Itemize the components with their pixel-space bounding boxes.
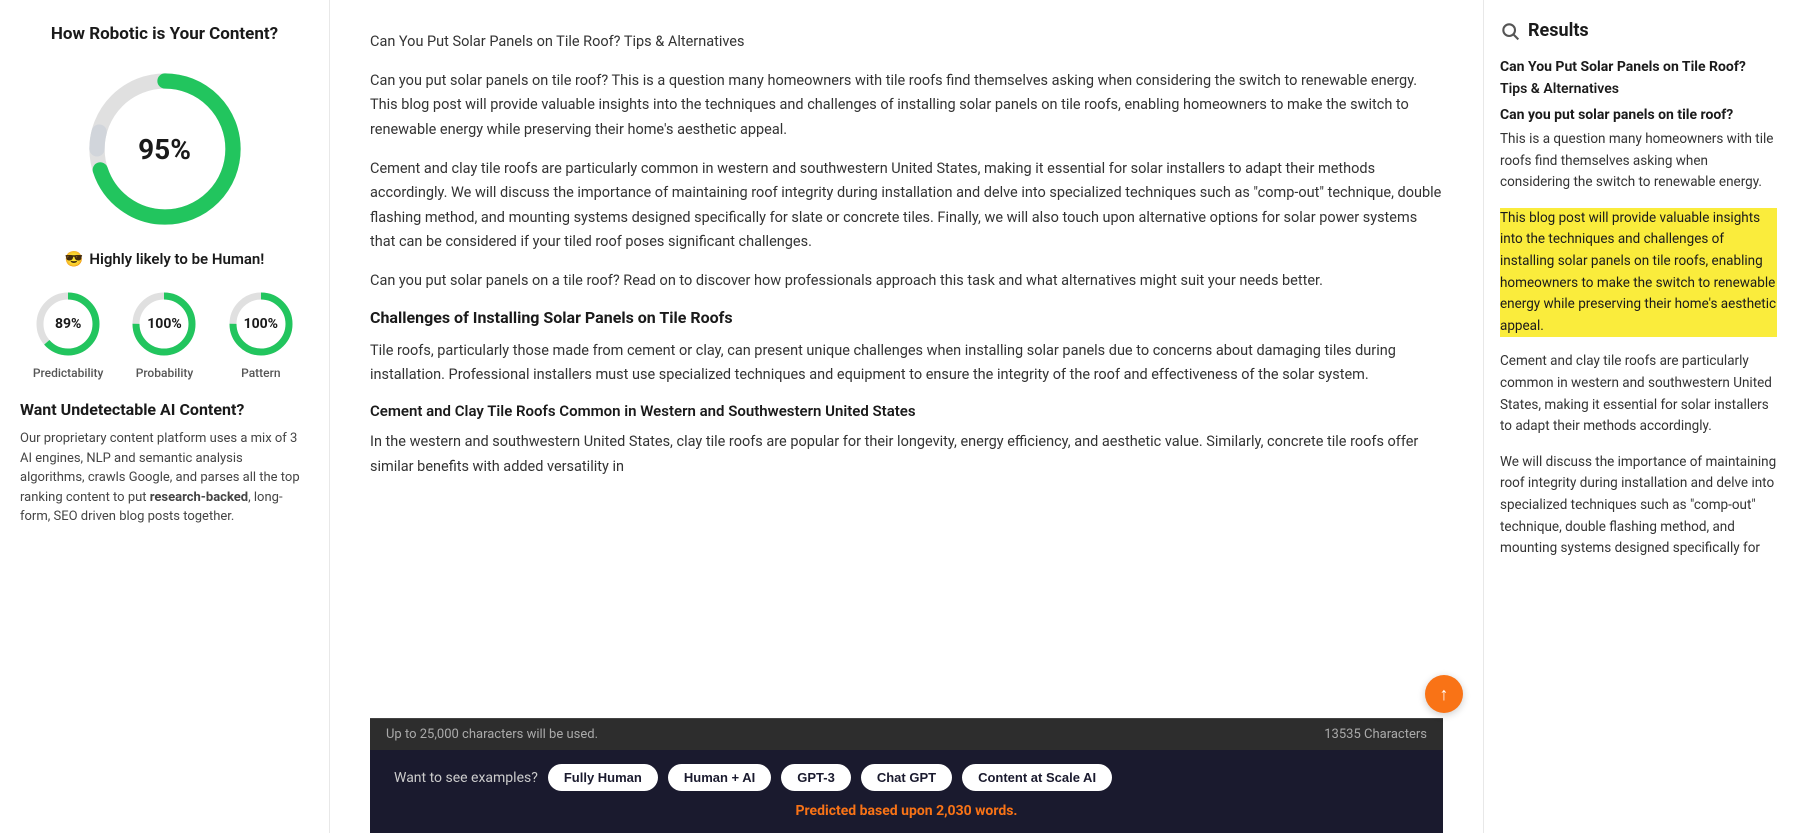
pill-content-at-scale[interactable]: Content at Scale AI	[962, 764, 1112, 791]
cta-bold: research-backed	[150, 490, 248, 505]
main-donut-chart: 95%	[20, 64, 309, 234]
results-title: Results	[1528, 20, 1589, 41]
pattern-label: Pattern	[241, 366, 280, 380]
predictability-donut: 89%	[32, 288, 104, 360]
pill-gpt3[interactable]: GPT-3	[781, 764, 851, 791]
pill-chat-gpt[interactable]: Chat GPT	[861, 764, 952, 791]
article-title: Can You Put Solar Panels on Tile Roof? T…	[370, 33, 744, 50]
result-highlight: This blog post will provide valuable ins…	[1500, 208, 1777, 338]
char-count-text: 13535 Characters	[1324, 727, 1427, 742]
probability-text: 100%	[147, 316, 181, 332]
left-panel-title: How Robotic is Your Content?	[20, 24, 309, 44]
probability-donut: 100%	[128, 288, 200, 360]
human-emoji: 😎	[65, 250, 84, 268]
scroll-up-button[interactable]: ↑	[1425, 675, 1463, 713]
word-count-highlight: 2,030 words.	[936, 803, 1017, 819]
result-heading-2: Tips & Alternatives	[1500, 81, 1777, 97]
probability-circle-item: 100% Probability	[128, 288, 200, 380]
pattern-circle-item: 100% Pattern	[225, 288, 297, 380]
search-icon	[1500, 21, 1520, 41]
pattern-text: 100%	[244, 316, 278, 332]
result-text-1: This is a question many homeowners with …	[1500, 129, 1777, 194]
pill-human-ai[interactable]: Human + AI	[668, 764, 771, 791]
section1-sub: Cement and Clay Tile Roofs Common in Wes…	[370, 402, 1443, 420]
left-panel: How Robotic is Your Content? 95% 😎 Highl…	[0, 0, 330, 833]
pattern-donut: 100%	[225, 288, 297, 360]
result-text-3: We will discuss the importance of mainta…	[1500, 452, 1777, 560]
article-para-1: Can you put solar panels on tile roof? T…	[370, 69, 1443, 143]
char-bar: Up to 25,000 characters will be used. 13…	[370, 718, 1443, 750]
section1-para2: In the western and southwestern United S…	[370, 430, 1443, 479]
article-title-line: Can You Put Solar Panels on Tile Roof? T…	[370, 30, 1443, 55]
human-label: 😎 Highly likely to be Human!	[20, 250, 309, 268]
content-area: Can You Put Solar Panels on Tile Roof? T…	[370, 30, 1443, 718]
predictability-circle-item: 89% Predictability	[32, 288, 104, 380]
probability-label: Probability	[136, 366, 194, 380]
article-para-2: Cement and clay tile roofs are particula…	[370, 157, 1443, 256]
examples-row: Want to see examples? Fully Human Human …	[394, 764, 1419, 791]
right-panel: Results Can You Put Solar Panels on Tile…	[1483, 0, 1793, 833]
predicted-row: Predicted based upon 2,030 words.	[394, 803, 1419, 819]
result-heading-3: Can you put solar panels on tile roof?	[1500, 107, 1777, 123]
predictability-label: Predictability	[33, 366, 104, 380]
predicted-text: Predicted based upon	[796, 803, 937, 819]
cta-description: Our proprietary content platform uses a …	[20, 429, 309, 527]
bottom-bar: Want to see examples? Fully Human Human …	[370, 750, 1443, 833]
middle-panel: Can You Put Solar Panels on Tile Roof? T…	[330, 0, 1483, 833]
char-limit-text: Up to 25,000 characters will be used.	[386, 727, 598, 742]
cta-title: Want Undetectable AI Content?	[20, 400, 309, 419]
main-percent-text: 95%	[138, 133, 191, 166]
examples-label: Want to see examples?	[394, 770, 538, 786]
results-header: Results	[1500, 20, 1777, 41]
small-circles-row: 89% Predictability 100% Probability	[20, 288, 309, 380]
section1-para1: Tile roofs, particularly those made from…	[370, 339, 1443, 388]
result-text-2: Cement and clay tile roofs are particula…	[1500, 351, 1777, 437]
predicted-words: 2,030 words.	[936, 803, 1017, 819]
human-label-text: Highly likely to be Human!	[89, 250, 264, 268]
article-para-3: Can you put solar panels on a tile roof?…	[370, 269, 1443, 294]
predictability-text: 89%	[55, 316, 81, 332]
result-heading-1: Can You Put Solar Panels on Tile Roof?	[1500, 59, 1777, 75]
pill-fully-human[interactable]: Fully Human	[548, 764, 658, 791]
section1-title: Challenges of Installing Solar Panels on…	[370, 308, 1443, 327]
